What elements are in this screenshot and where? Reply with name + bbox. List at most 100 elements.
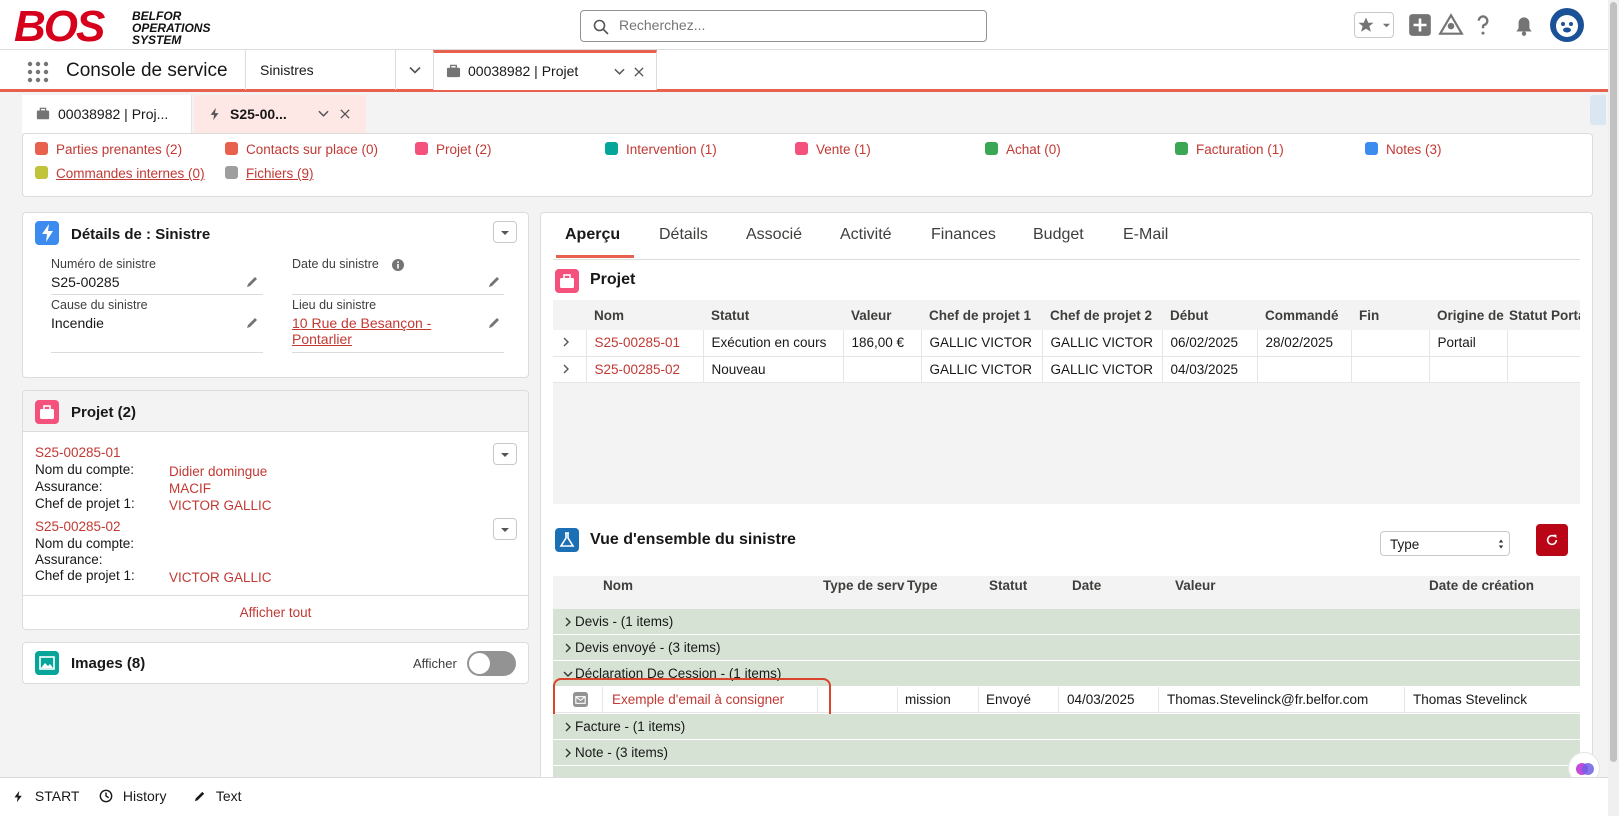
tab-finances[interactable]: Finances <box>931 226 996 244</box>
projet-row-menu-button[interactable] <box>493 518 517 540</box>
column-header[interactable]: Nom <box>586 300 703 330</box>
notification-bell-icon[interactable] <box>1511 12 1537 38</box>
compte-link[interactable]: Didier domingue <box>169 464 267 479</box>
column-header[interactable]: Statut Porta <box>1507 300 1580 330</box>
tab-apercu[interactable]: Aperçu <box>565 226 620 244</box>
projet-link-1[interactable]: S25-00285-01 <box>35 445 121 460</box>
chevron-right-icon <box>565 748 571 758</box>
column-header[interactable]: Statut <box>989 578 1027 593</box>
column-header[interactable]: Commandé <box>1257 300 1351 330</box>
link-intervention[interactable]: Intervention (1) <box>605 142 717 157</box>
workspace-tab-projet[interactable]: 00038982 | Projet <box>433 50 657 90</box>
column-header[interactable]: Origine de l <box>1429 300 1507 330</box>
link-fichiers[interactable]: Fichiers (9) <box>225 166 314 181</box>
utility-collapse-handle[interactable] <box>1590 95 1606 125</box>
group-row[interactable]: Devis envoyé - (3 items) <box>553 635 1580 660</box>
refresh-button[interactable] <box>1536 524 1568 556</box>
chevron-down-icon[interactable] <box>318 108 329 119</box>
help-icon[interactable] <box>1470 12 1496 38</box>
link-notes[interactable]: Notes (3) <box>1365 142 1442 157</box>
tab-email[interactable]: E-Mail <box>1123 226 1168 244</box>
projet-row-menu-button[interactable] <box>493 443 517 465</box>
trailhead-icon[interactable] <box>1438 12 1464 38</box>
row-expand-button[interactable] <box>553 330 587 357</box>
order-icon <box>35 166 48 179</box>
column-header[interactable]: Début <box>1162 300 1257 330</box>
app-launcher-icon[interactable] <box>26 60 50 84</box>
invoice-icon <box>1175 142 1188 155</box>
utility-text[interactable]: Text <box>193 788 242 804</box>
column-header[interactable]: Date <box>1072 578 1101 593</box>
page-scrollbar[interactable] <box>1608 0 1619 816</box>
table-row: S25-00285-01 Exécution en cours 186,00 €… <box>553 330 1580 357</box>
info-icon[interactable] <box>392 259 404 271</box>
bos-logo[interactable]: BOS BELFOR OPERATIONS SYSTEM <box>14 2 234 51</box>
table-cell: 04/03/2025 <box>1067 692 1135 707</box>
group-row[interactable]: Devis - (1 items) <box>553 609 1580 634</box>
clock-icon <box>99 789 113 803</box>
projet-name-link[interactable]: S25-00285-01 <box>586 330 704 357</box>
subtab-sinistre[interactable]: S25-00... <box>194 95 366 133</box>
column-header[interactable]: Valeur <box>1175 578 1216 593</box>
tab-associe[interactable]: Associé <box>746 226 802 244</box>
projet-name-link[interactable]: S25-00285-02 <box>586 356 704 383</box>
column-header[interactable]: Statut <box>703 300 843 330</box>
close-icon[interactable] <box>634 67 644 77</box>
subtab-projet[interactable]: 00038982 | Proj... <box>22 95 192 133</box>
group-row[interactable]: Note - (3 items) <box>553 740 1580 765</box>
nav-menu-button[interactable] <box>395 50 433 90</box>
link-contacts-sur-place[interactable]: Contacts sur place (0) <box>225 142 378 157</box>
nav-item-sinistres[interactable]: Sinistres <box>245 50 395 90</box>
utility-start[interactable]: START <box>12 788 80 804</box>
chevron-down-icon <box>501 528 509 532</box>
close-icon[interactable] <box>340 109 350 119</box>
column-header[interactable]: Type de serv <box>823 578 905 593</box>
contact-icon <box>35 142 48 155</box>
utility-history[interactable]: History <box>99 788 166 804</box>
truck-icon <box>605 142 618 155</box>
lieu-link[interactable]: 10 Rue de Besançon - <box>292 315 431 331</box>
afficher-toggle[interactable] <box>467 651 516 676</box>
user-avatar[interactable] <box>1550 8 1584 42</box>
subtab-label: S25-00... <box>230 106 287 122</box>
link-achat[interactable]: Achat (0) <box>985 142 1061 157</box>
chef-link[interactable]: VICTOR GALLIC <box>169 570 272 585</box>
assurance-link[interactable]: MACIF <box>169 481 211 496</box>
tab-budget[interactable]: Budget <box>1033 226 1084 244</box>
add-icon[interactable] <box>1407 12 1433 38</box>
lightning-icon <box>210 107 219 121</box>
column-header[interactable]: Date de création <box>1429 578 1534 593</box>
chevron-down-icon[interactable] <box>614 66 625 77</box>
group-row[interactable]: Facture - (1 items) <box>553 714 1580 739</box>
column-header[interactable]: Fin <box>1351 300 1429 330</box>
global-search[interactable] <box>580 10 987 42</box>
projet-link-2[interactable]: S25-00285-02 <box>35 519 121 534</box>
column-header[interactable]: Nom <box>603 578 633 593</box>
table-cell: Portail <box>1429 330 1508 357</box>
lieu-link-2[interactable]: Pontarlier <box>292 331 352 347</box>
link-projet[interactable]: Projet (2) <box>415 142 492 157</box>
link-commandes-internes[interactable]: Commandes internes (0) <box>35 166 205 181</box>
column-header[interactable]: Chef de projet 1 <box>921 300 1042 330</box>
show-all-link[interactable]: Afficher tout <box>23 605 528 620</box>
group-row[interactable] <box>553 766 1580 777</box>
favorites-button[interactable] <box>1354 12 1394 38</box>
column-header[interactable]: Valeur <box>843 300 921 330</box>
app-name: Console de service <box>66 60 228 81</box>
edit-pencil-icon[interactable] <box>487 275 501 289</box>
edit-pencil-icon[interactable] <box>245 316 259 330</box>
edit-pencil-icon[interactable] <box>245 275 259 289</box>
type-select[interactable]: Type <box>1380 531 1510 556</box>
chef-link[interactable]: VICTOR GALLIC <box>169 498 272 513</box>
row-expand-button[interactable] <box>553 356 587 383</box>
tab-activite[interactable]: Activité <box>840 226 892 244</box>
tab-details[interactable]: Détails <box>659 226 708 244</box>
column-header[interactable]: Type <box>907 578 938 593</box>
link-parties-prenantes[interactable]: Parties prenantes (2) <box>35 142 182 157</box>
edit-pencil-icon[interactable] <box>487 316 501 330</box>
details-menu-button[interactable] <box>493 221 517 243</box>
link-vente[interactable]: Vente (1) <box>795 142 871 157</box>
column-header[interactable]: Chef de projet 2 <box>1042 300 1162 330</box>
search-input[interactable] <box>619 17 959 33</box>
link-facturation[interactable]: Facturation (1) <box>1175 142 1284 157</box>
